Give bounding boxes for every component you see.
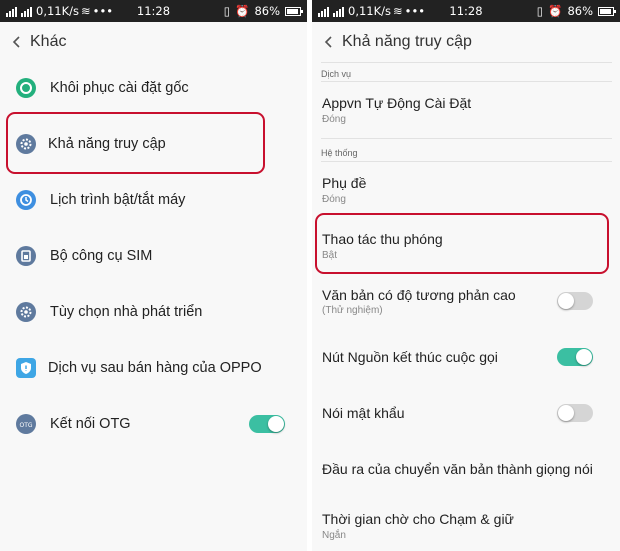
signal-icon-2	[333, 6, 345, 17]
status-dots: •••	[404, 4, 426, 18]
otg-icon: OTG	[16, 414, 36, 434]
high-contrast-toggle[interactable]	[557, 292, 593, 310]
svg-text:OTG: OTG	[19, 422, 32, 429]
right-screen: 0,11K/s ≋ ••• 11:28 ▯ ⏰ 86% Khả năng tru…	[312, 0, 620, 551]
section-header-services: Dịch vụ	[321, 69, 352, 79]
item-subtitle: Đóng	[322, 194, 346, 205]
highlight-box	[6, 112, 265, 174]
item-title: Nút Nguồn kết thúc cuộc gọi	[322, 349, 498, 365]
item-subtitle: Ngắn	[322, 530, 346, 541]
power-schedule-icon	[16, 190, 36, 210]
sim-icon	[16, 246, 36, 266]
list-item-label: Tùy chọn nhà phát triển	[50, 304, 203, 320]
toggle-knob	[268, 416, 284, 432]
list-item-label: Bộ công cụ SIM	[50, 248, 153, 264]
toggle-knob	[558, 405, 574, 421]
list-item-label: Kết nối OTG	[50, 416, 131, 432]
divider	[321, 138, 612, 139]
developer-gear-icon	[16, 302, 36, 322]
divider	[321, 81, 612, 82]
back-icon[interactable]	[10, 35, 24, 49]
signal-icon-2	[21, 6, 33, 17]
network-speed: 0,11K/s	[348, 4, 392, 18]
wifi-icon: ≋	[81, 4, 91, 18]
power-ends-call-toggle[interactable]	[557, 348, 593, 366]
item-subtitle: Đóng	[322, 114, 346, 125]
battery-percent: 86%	[567, 4, 593, 18]
item-title: Thời gian chờ cho Chạm & giữ	[322, 511, 514, 527]
list-item-label: Khôi phục cài đặt gốc	[50, 80, 189, 96]
item-title: Văn bản có độ tương phản cao	[322, 287, 516, 303]
signal-icon	[318, 6, 330, 17]
section-header-system: Hệ thống	[321, 148, 358, 158]
vibrate-icon: ▯	[536, 4, 544, 18]
list-item-otg[interactable]: OTG Kết nối OTG	[0, 406, 307, 442]
back-icon[interactable]	[322, 35, 336, 49]
list-item-developer-options[interactable]: Tùy chọn nhà phát triển	[0, 294, 307, 330]
vibrate-icon: ▯	[223, 4, 231, 18]
list-item-oppo-service[interactable]: Dịch vụ sau bán hàng của OPPO	[0, 350, 307, 386]
speak-passwords-toggle[interactable]	[557, 404, 593, 422]
list-item-label: Lịch trình bật/tắt máy	[50, 192, 186, 208]
item-title: Phụ đề	[322, 175, 367, 191]
divider	[321, 161, 612, 162]
divider	[321, 62, 612, 63]
item-title: Đầu ra của chuyển văn bản thành giọng nó…	[322, 461, 593, 477]
item-subtitle: (Thử nghiệm)	[322, 305, 383, 316]
toggle-knob	[576, 349, 592, 365]
highlight-box	[315, 213, 609, 274]
right-header: Khả năng truy cập	[312, 22, 620, 62]
otg-toggle[interactable]	[249, 415, 285, 433]
battery-percent: 86%	[254, 4, 280, 18]
wifi-icon: ≋	[393, 4, 403, 18]
item-title: Appvn Tự Động Cài Đặt	[322, 95, 472, 111]
alarm-icon: ⏰	[548, 4, 563, 18]
network-speed: 0,11K/s	[36, 4, 80, 18]
alarm-icon: ⏰	[235, 4, 250, 18]
page-title: Khả năng truy cập	[342, 33, 472, 50]
list-item-factory-reset[interactable]: Khôi phục cài đặt gốc	[0, 70, 307, 106]
left-header: Khác	[0, 22, 307, 62]
list-item-power-schedule[interactable]: Lịch trình bật/tắt máy	[0, 182, 307, 218]
restore-icon	[16, 78, 36, 98]
left-screen: 0,11K/s ≋ ••• 11:28 ▯ ⏰ 86% Khác Khôi ph…	[0, 0, 307, 551]
battery-icon	[285, 6, 303, 16]
signal-icon	[6, 6, 18, 17]
status-bar: 0,11K/s ≋ ••• 11:28 ▯ ⏰ 86%	[0, 0, 307, 22]
toggle-knob	[558, 293, 574, 309]
battery-icon	[598, 6, 616, 16]
status-bar: 0,11K/s ≋ ••• 11:28 ▯ ⏰ 86%	[312, 0, 620, 22]
shield-icon	[16, 358, 36, 378]
list-item-sim-toolkit[interactable]: Bộ công cụ SIM	[0, 238, 307, 274]
item-title: Nói mật khẩu	[322, 405, 405, 421]
status-dots: •••	[92, 4, 114, 18]
page-title: Khác	[30, 33, 67, 50]
list-item-label: Dịch vụ sau bán hàng của OPPO	[48, 360, 262, 376]
